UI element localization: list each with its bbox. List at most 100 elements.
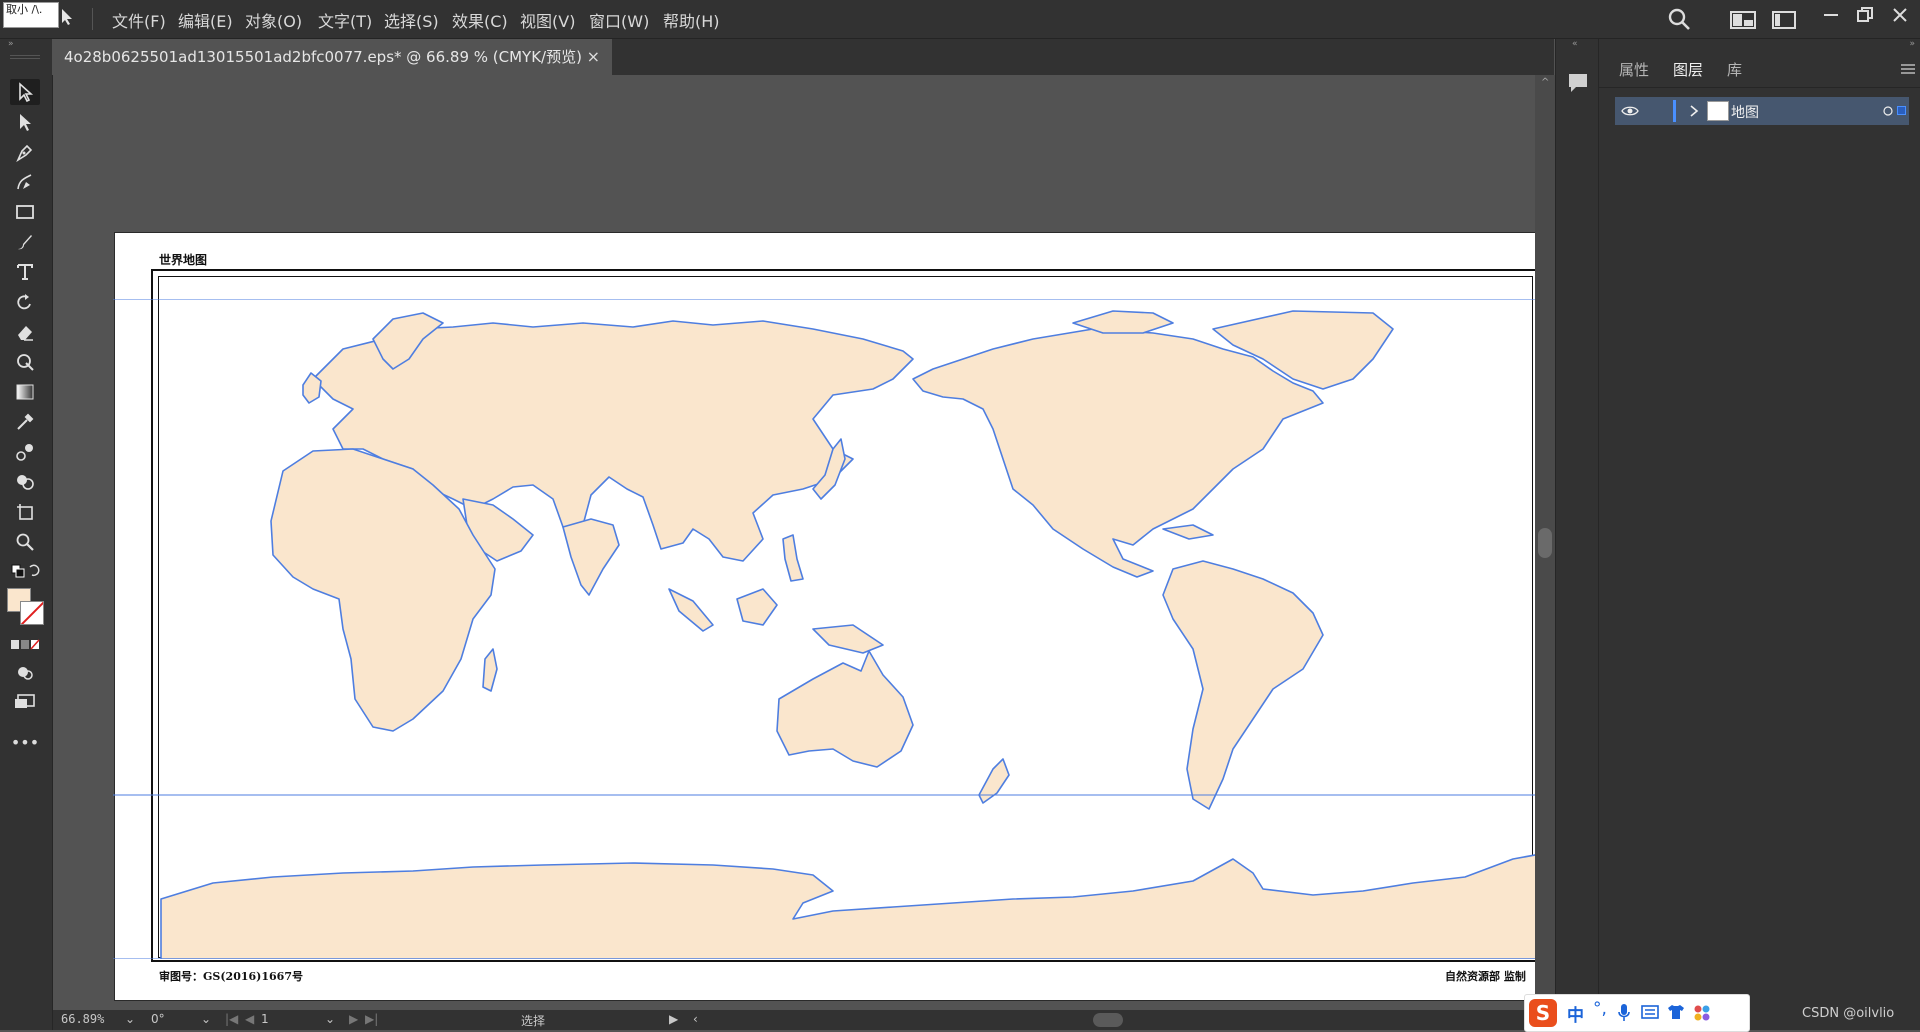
menu-select[interactable]: 选择(S): [384, 8, 439, 32]
caribbean-islands[interactable]: [1162, 524, 1214, 540]
draw-mode-icon[interactable]: [10, 659, 40, 685]
artboard-dropdown-icon[interactable]: ⌄: [325, 1012, 335, 1026]
zoom-tool-icon[interactable]: [10, 529, 40, 555]
south-america[interactable]: [1162, 560, 1324, 810]
gradient-tool-icon[interactable]: [10, 379, 40, 405]
microphone-icon[interactable]: [1617, 1003, 1631, 1023]
zoom-dropdown-icon[interactable]: ⌄: [125, 1012, 135, 1026]
target-circle-icon[interactable]: [1883, 106, 1893, 116]
screen-mode-icon[interactable]: [10, 689, 40, 715]
scroll-up-icon[interactable]: ^: [1541, 77, 1549, 88]
selection-tool-icon[interactable]: [10, 79, 40, 105]
document-tab[interactable]: 4o28b0625501ad13015501ad2bfc0077.eps* @ …: [52, 39, 612, 75]
first-artboard-icon[interactable]: |◀: [225, 1012, 238, 1026]
last-artboard-icon[interactable]: ▶|: [365, 1012, 378, 1026]
blend-tool-icon[interactable]: [10, 439, 40, 465]
arrange-documents-icon[interactable]: [1730, 10, 1756, 30]
curvature-tool-icon[interactable]: [10, 169, 40, 195]
sumatra[interactable]: [668, 588, 714, 632]
fill-stroke-swatch[interactable]: [6, 587, 44, 625]
zoom-level[interactable]: 66.89%: [61, 1012, 104, 1026]
cursor-icon: [62, 9, 72, 25]
collapse-panel-icon[interactable]: »: [1909, 39, 1915, 49]
eraser-tool-icon[interactable]: [10, 319, 40, 345]
tab-layers[interactable]: 图层: [1673, 59, 1703, 80]
rotation-angle[interactable]: 0°: [151, 1012, 165, 1026]
selection-indicator[interactable]: [1897, 106, 1906, 115]
madagascar[interactable]: [482, 648, 498, 692]
toolbox-grid-icon[interactable]: [1693, 1004, 1711, 1022]
ime-toolbar[interactable]: S 中 °,: [1524, 994, 1750, 1032]
type-tool-icon[interactable]: [10, 259, 40, 285]
workspace-icon[interactable]: [1772, 10, 1796, 30]
layer-color-bar: [1673, 100, 1676, 122]
shape-builder-tool-icon[interactable]: [10, 469, 40, 495]
skin-shirt-icon[interactable]: [1667, 1004, 1685, 1020]
paintbrush-tool-icon[interactable]: [10, 229, 40, 255]
indian-subcontinent[interactable]: [562, 518, 620, 596]
restore-icon[interactable]: [1855, 5, 1875, 25]
document-tab-title: 4o28b0625501ad13015501ad2bfc0077.eps* @ …: [64, 48, 582, 66]
rectangle-tool-icon[interactable]: [10, 199, 40, 225]
panel-menu-icon[interactable]: [1901, 63, 1915, 75]
menu-file[interactable]: 文件(F): [112, 8, 166, 32]
close-tab-icon[interactable]: ×: [587, 39, 600, 75]
sogou-logo-icon[interactable]: S: [1529, 999, 1557, 1027]
new-guinea[interactable]: [812, 624, 884, 654]
close-window-icon[interactable]: [1890, 5, 1910, 25]
chevron-right-icon[interactable]: [1689, 104, 1699, 118]
visibility-eye-icon[interactable]: [1621, 105, 1639, 117]
vertical-scroll-thumb[interactable]: [1538, 528, 1552, 558]
north-america[interactable]: [912, 328, 1324, 578]
new-zealand[interactable]: [978, 758, 1010, 804]
pen-tool-icon[interactable]: [10, 139, 40, 165]
prev-artboard-icon[interactable]: ◀: [245, 1012, 254, 1026]
keyboard-icon[interactable]: [1641, 1005, 1659, 1019]
ime-punctuation[interactable]: °,: [1593, 999, 1607, 1019]
rotation-dropdown-icon[interactable]: ⌄: [201, 1012, 211, 1026]
canvas[interactable]: 世界地图 审图号：GS(2016)1667号 自然资源部 监制: [53, 75, 1587, 1010]
comments-icon[interactable]: [1566, 71, 1590, 95]
artboard-tool-icon[interactable]: [10, 499, 40, 525]
watermark: CSDN @oilvlio: [1802, 1006, 1895, 1021]
toolbar-grip[interactable]: [10, 55, 40, 59]
eyedropper-tool-icon[interactable]: [10, 409, 40, 435]
world-map[interactable]: [113, 299, 1587, 959]
more-tools-icon[interactable]: •••: [10, 729, 40, 755]
menu-edit[interactable]: 编辑(E): [178, 8, 233, 32]
hscroll-left-icon[interactable]: ‹: [693, 1012, 698, 1026]
horizontal-scroll-thumb[interactable]: [1093, 1013, 1123, 1027]
status-menu-icon[interactable]: ▶: [669, 1012, 678, 1026]
philippines[interactable]: [782, 534, 804, 582]
publisher-credit: 自然资源部 监制: [1445, 970, 1526, 983]
search-icon[interactable]: [1666, 6, 1692, 32]
app-logo: 取小 /\.: [3, 2, 59, 28]
warp-tool-icon[interactable]: [10, 349, 40, 375]
menu-view[interactable]: 视图(V): [520, 8, 575, 32]
collapse-toolbar-icon[interactable]: »: [8, 39, 14, 49]
stroke-swatch-none[interactable]: [20, 601, 44, 625]
borneo[interactable]: [736, 588, 778, 626]
ime-language[interactable]: 中: [1567, 1001, 1584, 1026]
tab-properties[interactable]: 属性: [1619, 59, 1649, 80]
menu-type[interactable]: 文字(T): [318, 8, 372, 32]
default-colors-icon[interactable]: [10, 559, 40, 585]
minimize-icon[interactable]: [1821, 5, 1841, 25]
direct-selection-tool-icon[interactable]: [10, 109, 40, 135]
rotate-tool-icon[interactable]: [10, 289, 40, 315]
layer-row[interactable]: 地图: [1615, 97, 1909, 125]
menu-help[interactable]: 帮助(H): [663, 8, 720, 32]
antarctica[interactable]: [160, 846, 1587, 959]
document-tab-bar: 4o28b0625501ad13015501ad2bfc0077.eps* @ …: [52, 39, 1554, 75]
next-artboard-icon[interactable]: ▶: [349, 1012, 358, 1026]
australia[interactable]: [776, 650, 914, 768]
color-mode-icons[interactable]: [10, 632, 40, 658]
status-bar: 66.89% ⌄ 0° ⌄ |◀ ◀ 1 ⌄ ▶ ▶| 选择 ▶ ‹: [53, 1010, 1555, 1030]
artboard-number[interactable]: 1: [261, 1012, 269, 1026]
menu-object[interactable]: 对象(O): [245, 8, 302, 32]
menu-effect[interactable]: 效果(C): [452, 8, 508, 32]
tab-libraries[interactable]: 库: [1727, 59, 1742, 80]
vertical-scrollbar[interactable]: ^: [1535, 75, 1555, 1010]
menu-window[interactable]: 窗口(W): [589, 8, 649, 32]
collapse-dock-icon[interactable]: «: [1572, 39, 1578, 49]
